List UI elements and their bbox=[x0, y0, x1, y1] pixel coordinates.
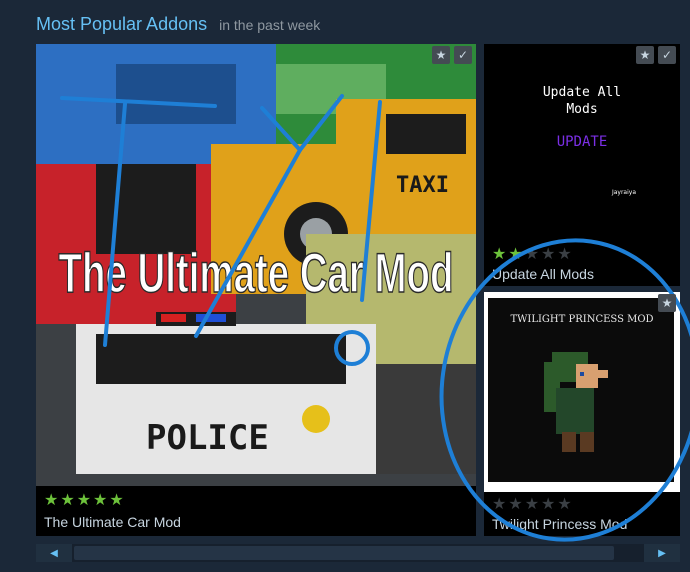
thumbnail-update-text: UPDATE bbox=[557, 134, 608, 150]
addon-name[interactable]: Update All Mods bbox=[492, 266, 594, 282]
rating-stars: ★★★★★ bbox=[492, 246, 574, 263]
thumbnail-title-text: TWILIGHT PRINCESS MOD bbox=[510, 314, 653, 325]
checkmark-icon[interactable]: ✓ bbox=[658, 46, 676, 64]
addon-card-update-all-mods[interactable]: Update All Mods UPDATE Jayraiya ★ ✓ ★★★★… bbox=[484, 44, 680, 286]
scroll-thumb[interactable] bbox=[74, 546, 614, 560]
rating-stars: ★★★★★ bbox=[492, 496, 574, 513]
section-subtitle: in the past week bbox=[219, 17, 321, 33]
star-icon[interactable]: ★ bbox=[658, 294, 676, 312]
section-header: Most Popular Addons in the past week bbox=[36, 14, 320, 38]
card-actions: ★ bbox=[658, 294, 676, 312]
addon-thumbnail[interactable]: TWILIGHT PRINCESS MOD bbox=[484, 292, 680, 492]
carousel-scrollbar[interactable]: ◀ ▶ bbox=[36, 544, 680, 562]
card-actions: ★ ✓ bbox=[636, 46, 676, 64]
rating-stars: ★★★★★ bbox=[44, 492, 126, 509]
police-text: POLICE bbox=[146, 418, 269, 458]
thumbnail-line2: Mods bbox=[566, 102, 597, 117]
addon-card-ultimate-car-mod[interactable]: TAXI POLICE The Ultimate Car Mod ★ ✓ ★★★… bbox=[36, 44, 476, 536]
thumbnail-title-text: The Ultimate Car Mod bbox=[59, 241, 454, 304]
taxi-text: TAXI bbox=[396, 173, 449, 198]
star-icon[interactable]: ★ bbox=[432, 46, 450, 64]
addon-thumbnail[interactable]: TAXI POLICE The Ultimate Car Mod bbox=[36, 44, 476, 486]
arrow-right-icon[interactable]: ▶ bbox=[644, 544, 680, 562]
addon-card-twilight-princess-mod[interactable]: TWILIGHT PRINCESS MOD ★ ★★★★★ Twilight P… bbox=[484, 292, 680, 536]
addon-thumbnail[interactable]: Update All Mods UPDATE Jayraiya bbox=[484, 44, 680, 240]
arrow-left-icon[interactable]: ◀ bbox=[36, 544, 72, 562]
thumbnail-line1: Update All bbox=[543, 85, 621, 100]
addon-name[interactable]: Twilight Princess Mod bbox=[492, 516, 627, 532]
card-actions: ★ ✓ bbox=[432, 46, 472, 64]
thumbnail-author: Jayraiya bbox=[611, 189, 636, 196]
addon-name[interactable]: The Ultimate Car Mod bbox=[44, 514, 181, 530]
star-icon[interactable]: ★ bbox=[636, 46, 654, 64]
section-title[interactable]: Most Popular Addons bbox=[36, 14, 207, 35]
checkmark-icon[interactable]: ✓ bbox=[454, 46, 472, 64]
